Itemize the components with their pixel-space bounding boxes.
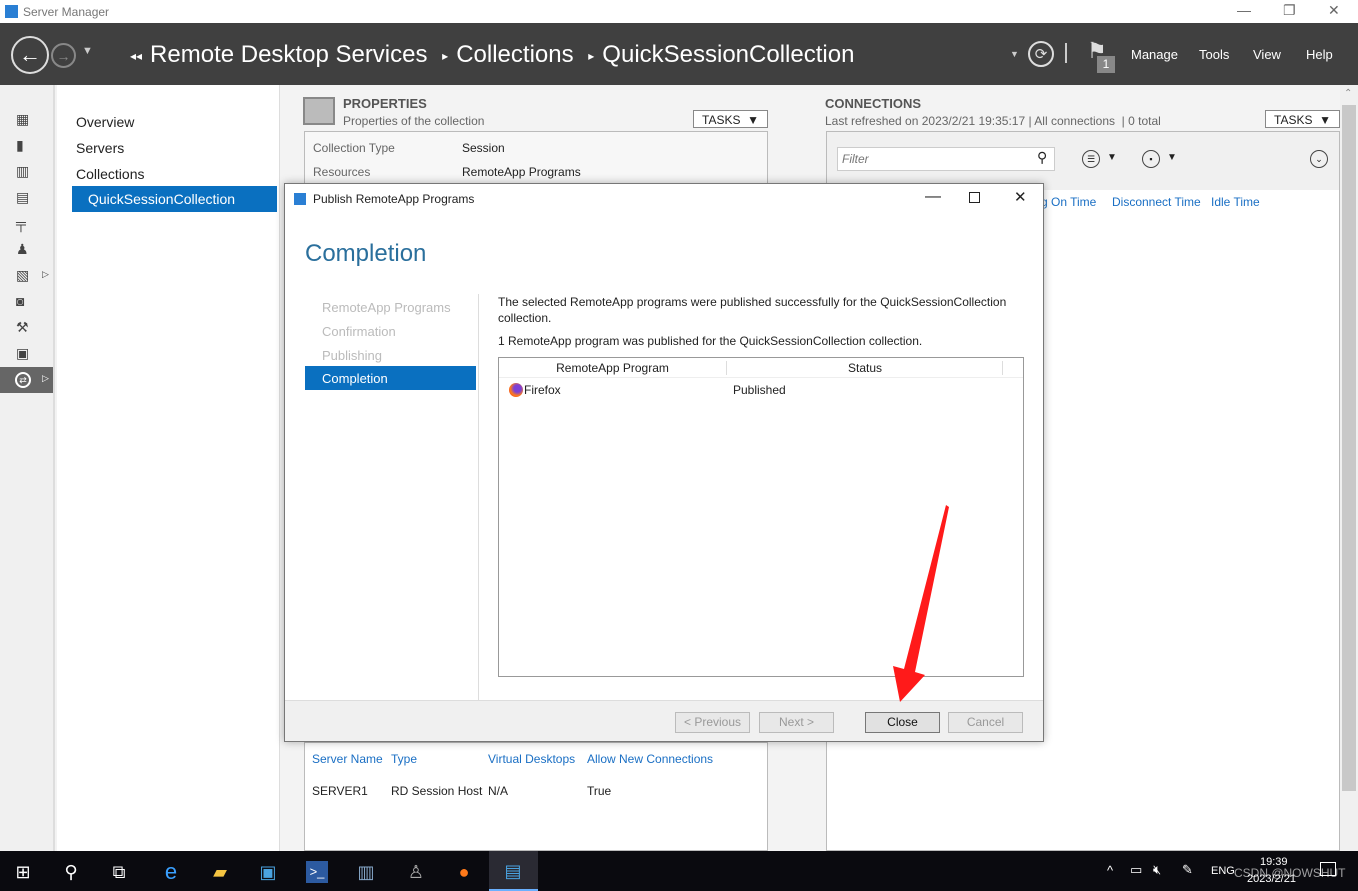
start-button[interactable]: ⊞ — [12, 861, 34, 883]
task-view-icon[interactable]: ⧉ — [108, 861, 130, 883]
network-app-icon[interactable]: ♙ — [405, 861, 427, 883]
server-manager-taskbar-button[interactable]: ▤ — [489, 851, 538, 891]
taskbar: ⊞ ⚲ ⧉ e ▰ ▣ >_ ▥ ♙ ● ▤ ^ ▭ 🔇︎ ✎ ENG 19:3… — [0, 851, 1358, 891]
annotation-arrow — [893, 505, 949, 702]
firefox-taskbar-icon[interactable]: ● — [453, 861, 475, 883]
show-hidden-icons[interactable]: ^ — [1107, 863, 1113, 878]
file-explorer-icon[interactable]: ▰ — [209, 861, 231, 883]
network-icon[interactable]: ▭ — [1130, 862, 1142, 878]
control-panel-icon[interactable]: ▣ — [257, 861, 279, 883]
volume-muted-icon[interactable]: 🔇︎ — [1153, 862, 1161, 878]
red-arrow-shape — [893, 505, 949, 702]
language-indicator[interactable]: ENG — [1211, 865, 1235, 877]
notifications-icon[interactable] — [1320, 862, 1336, 876]
server-app-icon[interactable]: ▥ — [355, 861, 377, 883]
search-icon[interactable]: ⚲ — [60, 861, 82, 883]
server-manager-icon: ▤ — [504, 861, 522, 881]
ie-icon[interactable]: e — [160, 861, 182, 883]
pen-icon[interactable]: ✎ — [1182, 862, 1193, 878]
powershell-icon[interactable]: >_ — [306, 861, 328, 883]
